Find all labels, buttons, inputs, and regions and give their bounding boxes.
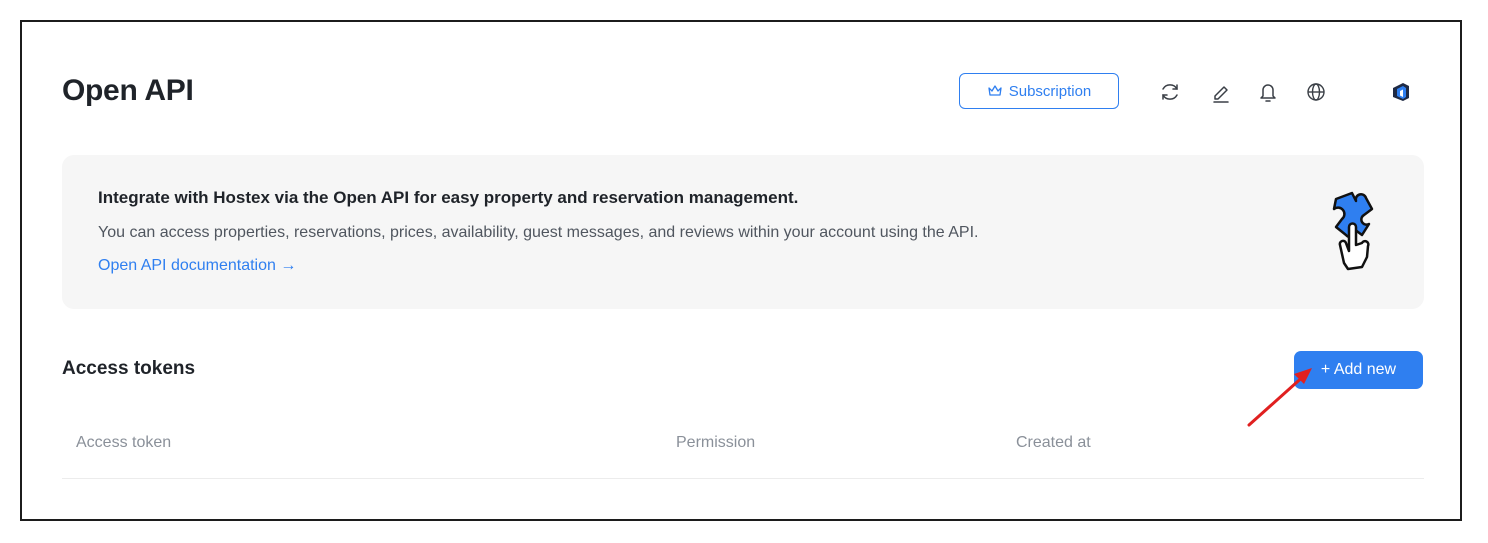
page-title: Open API <box>62 74 194 107</box>
table-divider <box>62 478 1424 479</box>
column-header-created-at: Created at <box>1016 434 1091 451</box>
globe-icon[interactable] <box>1304 80 1328 104</box>
api-info-banner: Integrate with Hostex via the Open API f… <box>62 155 1424 309</box>
app-frame: Open API Subscription Integrate with Hos… <box>20 20 1462 521</box>
puzzle-hand-icon <box>1332 191 1374 271</box>
banner-title: Integrate with Hostex via the Open API f… <box>98 188 799 207</box>
banner-description: You can access properties, reservations,… <box>98 224 979 241</box>
column-header-permission: Permission <box>676 434 756 451</box>
edit-icon[interactable] <box>1209 80 1233 104</box>
subscription-button[interactable]: Subscription <box>959 73 1119 109</box>
bell-icon[interactable] <box>1256 80 1280 104</box>
subscription-label: Subscription <box>1008 82 1092 100</box>
logo-icon[interactable] <box>1389 80 1413 104</box>
api-documentation-link[interactable]: Open API documentation → <box>98 257 296 275</box>
access-tokens-heading: Access tokens <box>62 358 196 379</box>
annotation-arrow-icon <box>1247 368 1312 427</box>
crown-icon <box>988 85 1002 96</box>
column-header-access-token: Access token <box>76 434 172 451</box>
refresh-icon[interactable] <box>1158 80 1182 104</box>
